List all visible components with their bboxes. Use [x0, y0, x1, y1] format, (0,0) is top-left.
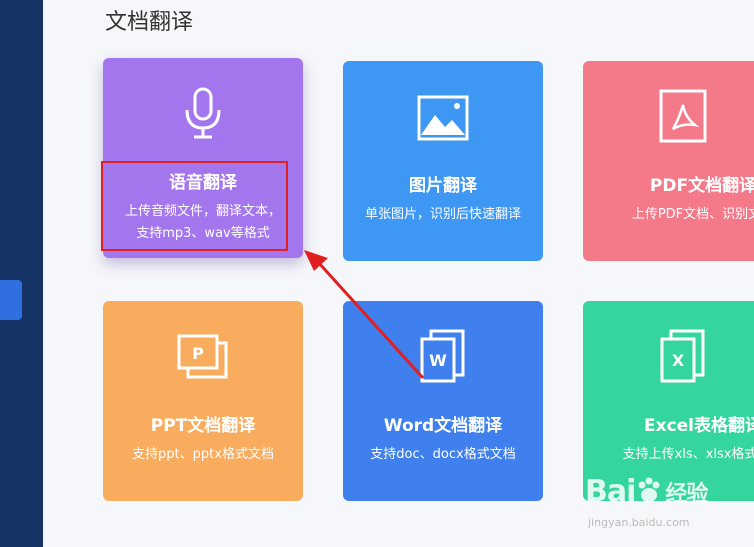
watermark-logo: Bai 经验 — [585, 474, 708, 509]
baidu-watermark: Bai 经验 jingyan.baidu.com — [585, 474, 750, 544]
annotation-arrow — [304, 250, 425, 380]
watermark-url: jingyan.baidu.com — [588, 516, 690, 529]
paw-icon — [638, 477, 660, 502]
